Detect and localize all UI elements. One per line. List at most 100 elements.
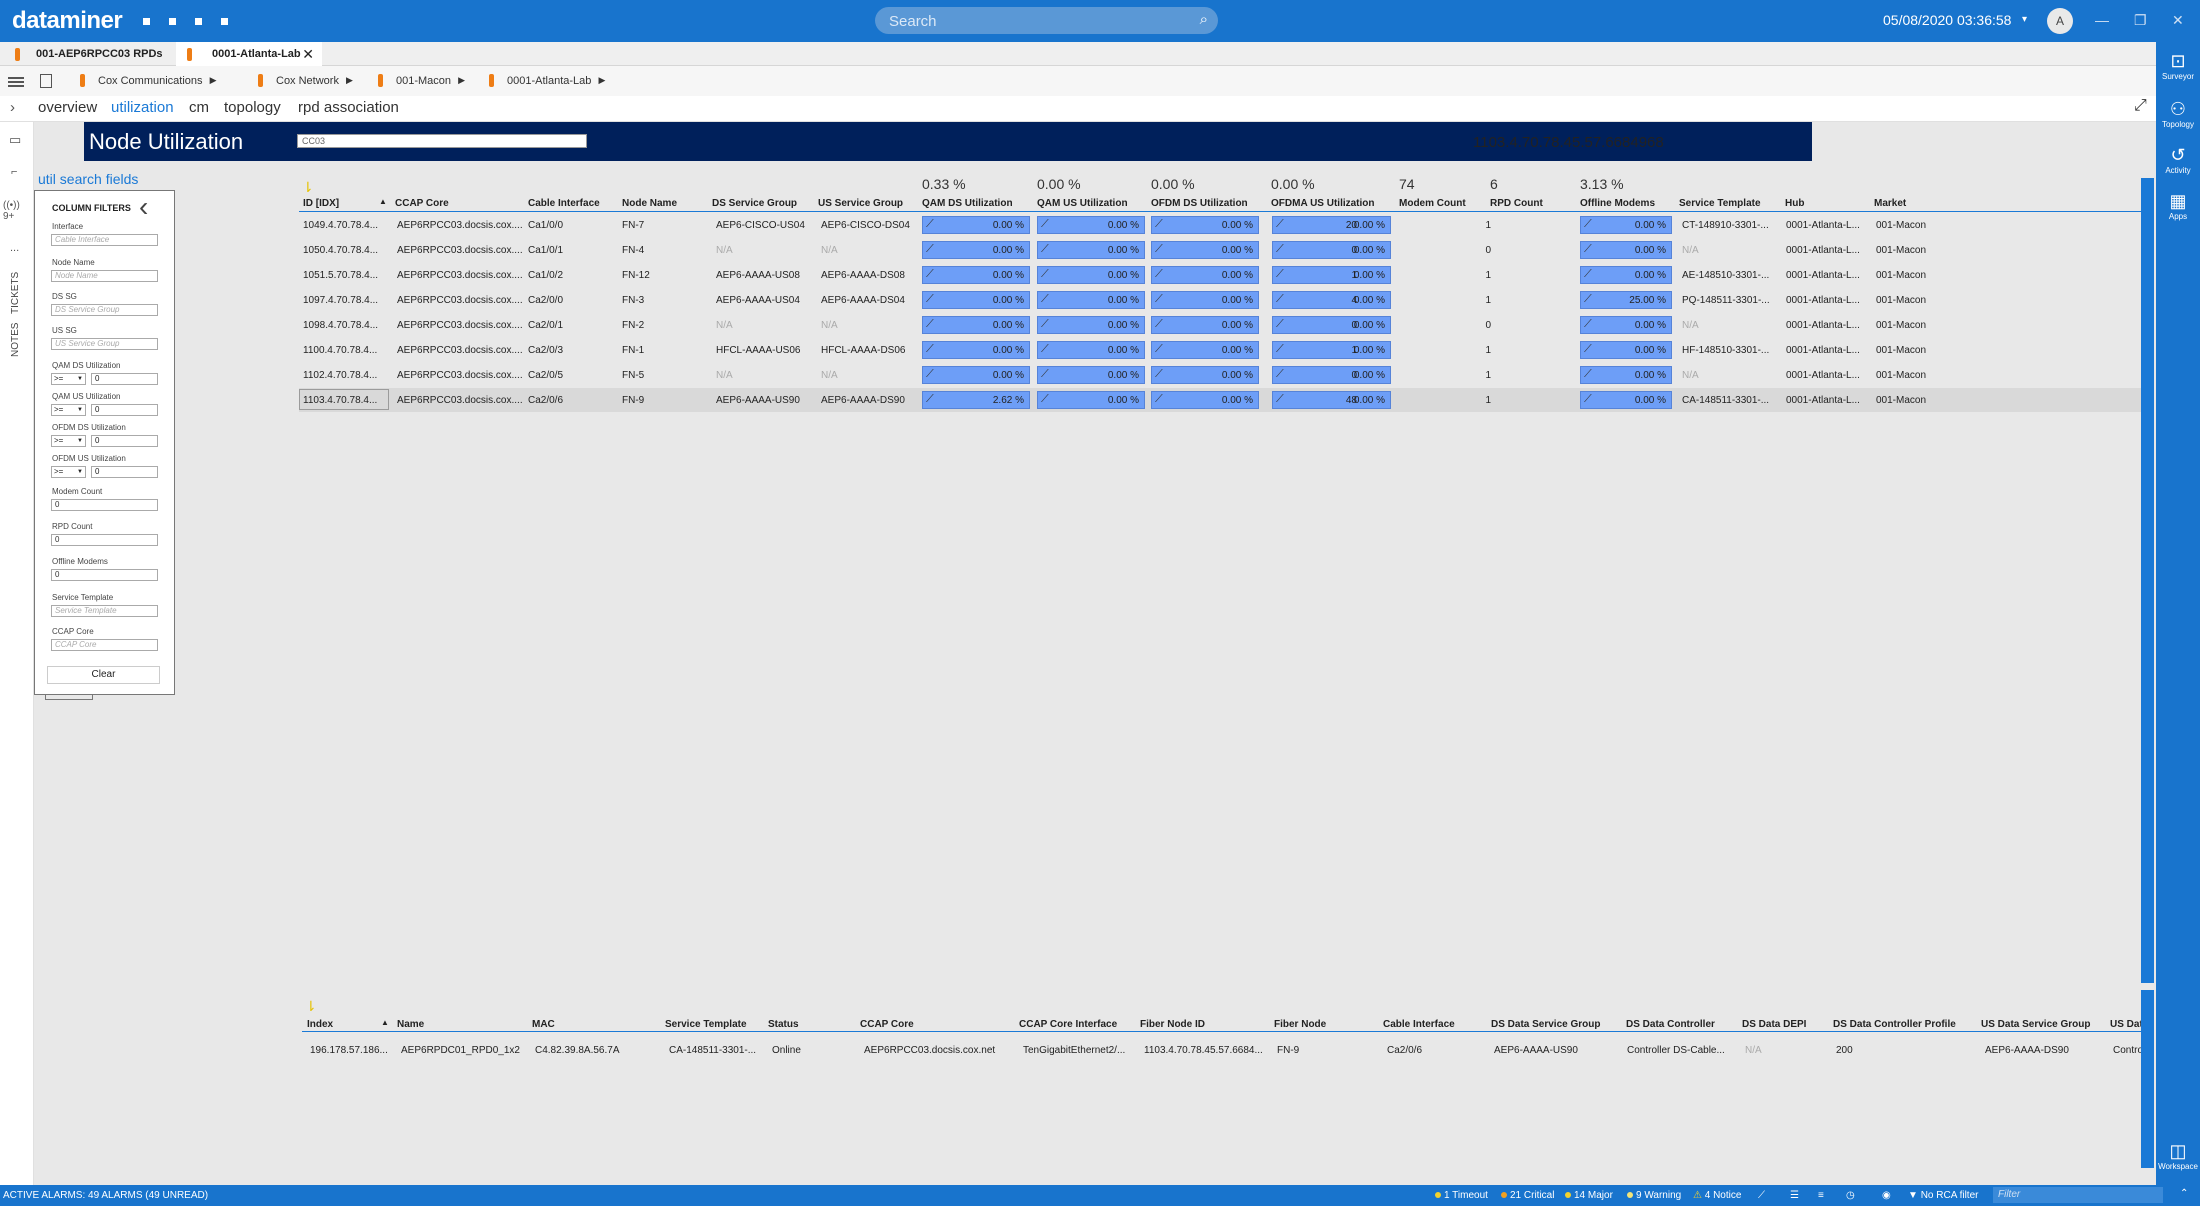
breadcrumb-item[interactable]: Cox Network ▶ (258, 74, 353, 87)
ofdm-ds-utilization-bar[interactable]: ⟋ 0.00 % (1151, 391, 1259, 409)
offline-modems-bar[interactable]: ⟋ 0.00 % (1580, 266, 1672, 284)
list-view-icon[interactable]: ☰ (1790, 1190, 1799, 1201)
trend-icon[interactable]: ⟋ (926, 368, 934, 381)
column-header[interactable]: QAM DS Utilization (922, 198, 1013, 209)
tab-cm[interactable]: cm (189, 99, 209, 116)
offline-modems-bar[interactable]: ⟋ 0.00 % (1580, 316, 1672, 334)
tab-close-icon[interactable]: ✕ (302, 46, 314, 63)
menu-icon[interactable] (8, 77, 24, 87)
ofdm-ds-utilization-bar[interactable]: ⟋ 0.00 % (1151, 216, 1259, 234)
tab-rpd-association[interactable]: rpd association (298, 99, 399, 116)
tree-icon[interactable]: ⌐ (11, 166, 17, 178)
trend-icon[interactable]: ⟋ (1155, 268, 1163, 281)
sort-asc-icon[interactable]: ▲ (379, 197, 387, 206)
column-header[interactable]: Offline Modems (1580, 198, 1655, 209)
column-header[interactable]: DS Data Service Group (1491, 1019, 1600, 1030)
table-scrollbar[interactable] (2141, 178, 2154, 983)
trend-icon[interactable]: ⟋ (1041, 243, 1049, 256)
cable-interface-filter[interactable]: Cable Interface (51, 234, 158, 246)
tab-topology[interactable]: topology (224, 99, 281, 116)
table-row[interactable]: 1103.4.70.78.4... AEP6RPCC03.docsis.cox..… (299, 388, 2142, 412)
minimize-icon[interactable]: — (2095, 12, 2109, 28)
util-search-fields-link[interactable]: util search fields (38, 171, 138, 187)
focus-icon[interactable]: ◉ (1882, 1190, 1891, 1201)
sort-icon[interactable]: ≡ (1818, 1190, 1824, 1201)
column-header[interactable]: Fiber Node (1274, 1019, 1326, 1030)
trend-icon[interactable]: ⟋ (1155, 293, 1163, 306)
trend-icon[interactable]: ⟋ (926, 318, 934, 331)
trend-icon[interactable]: ⟋ (1155, 393, 1163, 406)
trend-icon[interactable]: ⟋ (1276, 393, 1284, 406)
trend-icon[interactable]: ⟋ (1041, 318, 1049, 331)
ofdm-ds-utilization-bar[interactable]: ⟋ 0.00 % (1151, 241, 1259, 259)
tab-overview[interactable]: overview (38, 99, 97, 116)
trend-icon[interactable]: ⟋ (926, 393, 934, 406)
rpd-count-filter[interactable]: 0 (51, 534, 158, 546)
notice-count[interactable]: ⚠ 4 Notice (1693, 1190, 1741, 1201)
qam-us-utilization-bar[interactable]: ⟋ 0.00 % (1037, 341, 1145, 359)
column-header[interactable]: Name (397, 1019, 424, 1030)
tab-atlanta-lab[interactable]: 0001-Atlanta-Lab ✕ (176, 42, 322, 66)
ofdm-ds-filter[interactable]: 0 (91, 435, 158, 447)
qam-ds-utilization-bar[interactable]: ⟋ 2.62 % (922, 391, 1030, 409)
trend-icon[interactable]: ⟋ (1155, 218, 1163, 231)
alarm-filter-input[interactable]: Filter (1993, 1187, 2163, 1203)
qam-us-utilization-bar[interactable]: ⟋ 0.00 % (1037, 291, 1145, 309)
column-header[interactable]: Node Name (622, 198, 677, 209)
trend-icon[interactable]: ⟋ (1041, 368, 1049, 381)
column-header[interactable]: US Dat (2110, 1019, 2143, 1030)
column-header[interactable]: Fiber Node ID (1140, 1019, 1205, 1030)
qam-us-utilization-bar[interactable]: ⟋ 0.00 % (1037, 266, 1145, 284)
active-alarms-summary[interactable]: ACTIVE ALARMS: 49 ALARMS (49 UNREAD) (3, 1190, 208, 1201)
surveyor-button[interactable]: ⊡ Surveyor (2156, 50, 2200, 81)
ds-sg-filter[interactable]: DS Service Group (51, 304, 158, 316)
column-header[interactable]: Market (1874, 198, 1906, 209)
trend-icon[interactable]: ⟋ (1584, 318, 1592, 331)
qam-ds-utilization-bar[interactable]: ⟋ 0.00 % (922, 291, 1030, 309)
trend-icon[interactable]: ⟋ (1276, 293, 1284, 306)
table-row[interactable]: 1097.4.70.78.4... AEP6RPCC03.docsis.cox..… (299, 288, 2142, 312)
breadcrumb-item[interactable]: Cox Communications ▶ (80, 74, 217, 87)
trend-icon[interactable]: ⟋ (926, 218, 934, 231)
trend-icon[interactable]: ⟋ (1584, 268, 1592, 281)
trend-icon[interactable]: ⟋ (1041, 218, 1049, 231)
major-count[interactable]: 14 Major (1565, 1190, 1613, 1201)
trend-icon[interactable]: ⟋ (1584, 218, 1592, 231)
column-header[interactable]: Modem Count (1399, 198, 1466, 209)
trend-icon[interactable]: ⟋ (1584, 343, 1592, 356)
qam-us-utilization-bar[interactable]: ⟋ 0.00 % (1037, 216, 1145, 234)
column-header[interactable]: CCAP Core Interface (1019, 1019, 1117, 1030)
column-header[interactable]: Cable Interface (1383, 1019, 1455, 1030)
fullscreen-icon[interactable]: ⤢ (2134, 97, 2147, 115)
column-header[interactable]: MAC (532, 1019, 555, 1030)
trend-icon[interactable]: ⟋ (1155, 243, 1163, 256)
notes-tab[interactable]: NOTES (10, 323, 21, 357)
trend-icon[interactable]: ⟋ (1155, 343, 1163, 356)
qam-us-filter[interactable]: 0 (91, 404, 158, 416)
app-logo[interactable]: dataminer (12, 7, 123, 35)
operator-select[interactable]: >= (51, 373, 86, 385)
column-header[interactable]: Service Template (1679, 198, 1761, 209)
column-header[interactable]: CCAP Core (395, 198, 449, 209)
qam-ds-filter[interactable]: 0 (91, 373, 158, 385)
user-avatar[interactable]: A (2047, 8, 2073, 34)
ofdm-ds-utilization-bar[interactable]: ⟋ 0.00 % (1151, 266, 1259, 284)
trend-icon[interactable]: ⟋ (1276, 268, 1284, 281)
column-header[interactable]: Cable Interface (528, 198, 600, 209)
ccap-filter-input[interactable]: CC03 (297, 134, 587, 148)
more-icon[interactable]: ... (10, 242, 19, 254)
service-template-filter[interactable]: Service Template (51, 605, 158, 617)
offline-modems-filter[interactable]: 0 (51, 569, 158, 581)
tickets-tab[interactable]: TICKETS (10, 272, 21, 314)
breadcrumb-item[interactable]: 0001-Atlanta-Lab ▶ (489, 74, 605, 87)
qam-ds-utilization-bar[interactable]: ⟋ 0.00 % (922, 366, 1030, 384)
trend-icon[interactable]: ⟋ (1276, 243, 1284, 256)
topology-button[interactable]: ⚇ Topology (2156, 98, 2200, 129)
column-header[interactable]: QAM US Utilization (1037, 198, 1128, 209)
clock-dropdown-icon[interactable]: ▾ (2022, 14, 2027, 25)
qam-us-utilization-bar[interactable]: ⟋ 0.00 % (1037, 316, 1145, 334)
trend-icon[interactable]: ⟋ (1584, 293, 1592, 306)
qam-us-utilization-bar[interactable]: ⟋ 0.00 % (1037, 391, 1145, 409)
us-sg-filter[interactable]: US Service Group (51, 338, 158, 350)
breadcrumb-item[interactable]: 001-Macon ▶ (378, 74, 465, 87)
